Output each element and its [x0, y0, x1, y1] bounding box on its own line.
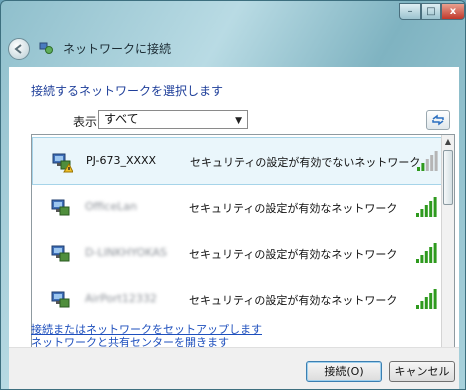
- button-bar: 接続(O) キャンセル: [9, 347, 459, 389]
- network-row[interactable]: AirPort12332 セキュリティの設定が有効なネットワーク: [32, 276, 442, 324]
- back-arrow-icon: [14, 44, 22, 54]
- network-name: PJ-673_XXXX: [86, 154, 157, 167]
- connect-network-window: – □ x ネットワークに接続 接続するネットワークを選択します 表示 すべて …: [0, 0, 466, 390]
- network-icon: [51, 199, 70, 216]
- maximize-button[interactable]: □: [421, 3, 441, 20]
- cancel-button[interactable]: キャンセル: [389, 361, 455, 382]
- network-icon: [51, 291, 70, 308]
- filter-dropdown-value: すべて: [104, 112, 139, 126]
- signal-bar: [429, 247, 433, 263]
- signal-bar: [429, 201, 433, 217]
- security-status: セキュリティの設定が有効でないネットワーク: [190, 156, 421, 169]
- signal-bar: [424, 297, 428, 309]
- network-row[interactable]: PJ-673_XXXX セキュリティの設定が有効でないネットワーク: [32, 137, 442, 185]
- signal-bar: [433, 243, 437, 263]
- signal-strength-icon: [416, 243, 437, 263]
- network-warning-icon: [52, 153, 73, 173]
- signal-bar: [420, 255, 424, 263]
- security-status: セキュリティの設定が有効なネットワーク: [189, 202, 398, 215]
- refresh-button[interactable]: [426, 110, 450, 130]
- network-row[interactable]: OfficeLan セキュリティの設定が有効なネットワーク: [32, 184, 442, 232]
- signal-bar: [429, 293, 433, 309]
- network-name: AirPort12332: [85, 292, 157, 305]
- window-title: ネットワークに接続: [63, 42, 172, 56]
- network-row[interactable]: D-LINKHYOKAS セキュリティの設定が有効なネットワーク: [32, 230, 442, 278]
- security-status: セキュリティの設定が有効なネットワーク: [189, 294, 398, 307]
- signal-bar: [421, 163, 425, 171]
- network-globe-icon: [39, 42, 53, 54]
- signal-bar: [434, 151, 438, 171]
- scrollbar[interactable]: ▲ ▼: [441, 135, 454, 369]
- signal-bar: [424, 205, 428, 217]
- signal-bar: [416, 305, 419, 309]
- network-name: D-LINKHYOKAS: [85, 246, 167, 259]
- security-status: セキュリティの設定が有効なネットワーク: [189, 248, 398, 261]
- signal-bar: [425, 159, 429, 171]
- chevron-down-icon: ▼: [235, 116, 242, 126]
- signal-bar: [420, 301, 424, 309]
- network-name: OfficeLan: [85, 200, 137, 213]
- scroll-up-icon[interactable]: ▲: [442, 135, 454, 149]
- minimize-button[interactable]: –: [399, 3, 421, 20]
- signal-bar: [417, 167, 420, 171]
- signal-strength-icon: [416, 197, 437, 217]
- back-button[interactable]: [8, 38, 30, 60]
- signal-bar: [433, 197, 437, 217]
- network-icon: [51, 245, 70, 262]
- signal-bar: [430, 155, 434, 171]
- filter-label: 表示: [73, 115, 98, 129]
- scroll-thumb[interactable]: [443, 150, 453, 205]
- refresh-icon: [432, 114, 444, 126]
- filter-dropdown[interactable]: すべて ▼: [98, 110, 248, 129]
- signal-bar: [420, 209, 424, 217]
- dialog-content: 接続するネットワークを選択します 表示 すべて ▼ PJ-673_XXXX セキュ…: [9, 67, 459, 389]
- signal-strength-icon: [416, 289, 437, 309]
- signal-strength-icon: [417, 151, 438, 171]
- signal-bar: [416, 213, 419, 217]
- title-bar: – □ x ネットワークに接続: [1, 1, 465, 67]
- connect-button[interactable]: 接続(O): [306, 361, 382, 382]
- signal-bar: [424, 251, 428, 263]
- signal-bar: [416, 259, 419, 263]
- instruction-text: 接続するネットワークを選択します: [31, 84, 224, 98]
- signal-bar: [433, 289, 437, 309]
- close-button[interactable]: x: [441, 3, 465, 20]
